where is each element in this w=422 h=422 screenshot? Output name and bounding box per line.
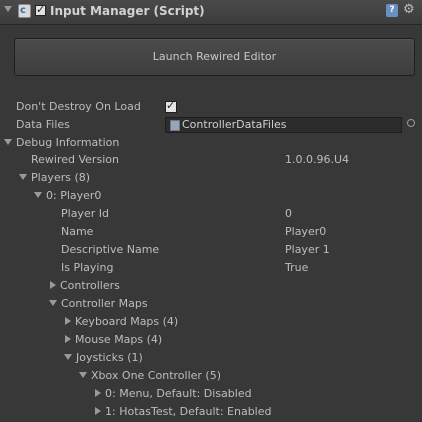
name-label: Name: [61, 225, 94, 238]
mouse-maps-foldout[interactable]: Mouse Maps (4): [65, 331, 162, 349]
player0-foldout[interactable]: 0: Player0: [34, 187, 101, 205]
players-foldout[interactable]: Players (8): [19, 169, 90, 187]
joysticks-foldout[interactable]: Joysticks (1): [64, 349, 143, 367]
controller-maps-foldout[interactable]: Controller Maps: [49, 295, 148, 313]
dont-destroy-label: Don't Destroy On Load: [16, 100, 141, 113]
dont-destroy-checkbox[interactable]: [165, 99, 177, 113]
arrow-down-icon: [34, 192, 42, 198]
descriptive-name-value: Player 1: [285, 243, 330, 256]
map-hotastest-foldout[interactable]: 1: HotasTest, Default: Enabled: [95, 403, 272, 421]
rewired-version-label: Rewired Version: [31, 153, 119, 166]
keyboard-maps-foldout[interactable]: Keyboard Maps (4): [65, 313, 178, 331]
arrow-down-icon: [49, 300, 57, 306]
arrow-down-icon: [64, 354, 72, 360]
arrow-right-icon: [65, 335, 71, 343]
arrow-right-icon: [65, 317, 71, 325]
arrow-right-icon: [95, 407, 101, 415]
component-header: c Input Manager (Script) ? ⚙: [0, 0, 422, 25]
foldout-arrow-icon[interactable]: [4, 6, 12, 12]
data-files-value: ControllerDataFiles: [182, 118, 287, 131]
arrow-right-icon: [50, 281, 56, 289]
arrow-down-icon: [79, 372, 87, 378]
arrow-down-icon: [4, 139, 12, 145]
xbox-controller-foldout[interactable]: Xbox One Controller (5): [79, 367, 221, 385]
script-icon: c: [18, 4, 31, 18]
arrow-down-icon: [19, 174, 27, 180]
component-enable-checkbox[interactable]: [35, 3, 46, 16]
is-playing-value: True: [285, 261, 309, 274]
object-picker-icon[interactable]: [407, 119, 415, 127]
arrow-right-icon: [95, 389, 101, 397]
descriptive-name-label: Descriptive Name: [61, 243, 160, 256]
controllers-foldout[interactable]: Controllers: [50, 277, 120, 295]
player-id-value: 0: [285, 207, 292, 220]
debug-information-foldout[interactable]: Debug Information: [4, 134, 119, 152]
help-book-icon[interactable]: ?: [386, 4, 398, 17]
map-menu-foldout[interactable]: 0: Menu, Default: Disabled: [95, 385, 252, 403]
gear-icon[interactable]: ⚙: [403, 2, 415, 17]
data-files-field[interactable]: ControllerDataFiles: [165, 117, 402, 133]
is-playing-label: Is Playing: [61, 261, 114, 274]
component-title: Input Manager (Script): [50, 4, 205, 18]
rewired-version-value: 1.0.0.96.U4: [285, 153, 350, 166]
scriptable-object-icon: [170, 120, 180, 131]
data-files-label: Data Files: [16, 118, 70, 131]
name-value: Player0: [285, 225, 327, 238]
player-id-label: Player Id: [61, 207, 109, 220]
launch-rewired-editor-button[interactable]: Launch Rewired Editor: [14, 38, 415, 76]
